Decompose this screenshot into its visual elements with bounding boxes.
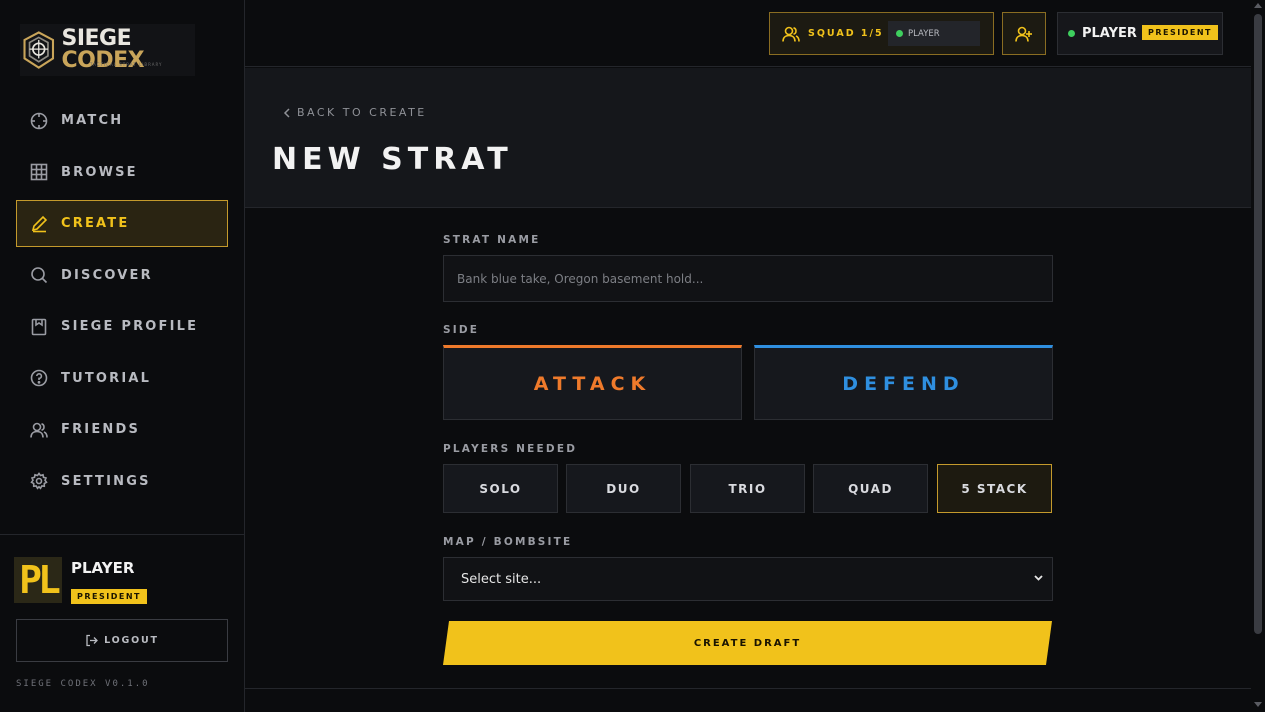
players-option-quad[interactable]: QUAD <box>813 464 928 513</box>
strat-name-label: STRAT NAME <box>443 234 541 246</box>
squad-member: PLAYER <box>888 21 980 46</box>
online-status-icon <box>1068 30 1075 37</box>
sidebar-item-label: TUTORIAL <box>61 370 152 386</box>
sidebar-item-create[interactable]: CREATE <box>16 200 228 247</box>
players-option-solo[interactable]: SOLO <box>443 464 558 513</box>
divider <box>245 688 1251 689</box>
user-name: PLAYER <box>71 559 135 577</box>
side-label: SIDE <box>443 324 480 336</box>
page-header: BACK TO CREATE NEW STRAT <box>245 68 1251 208</box>
sidebar-item-tutorial[interactable]: TUTORIAL <box>16 355 228 402</box>
scroll-up-arrow-icon[interactable] <box>1254 3 1262 8</box>
sidebar-item-siege-profile[interactable]: SIEGE PROFILE <box>16 303 228 350</box>
side-defend-button[interactable]: DEFEND <box>754 345 1053 420</box>
search-icon <box>29 265 49 285</box>
grid-icon <box>29 162 49 182</box>
users-icon <box>29 420 49 440</box>
sidebar-item-friends[interactable]: FRIENDS <box>16 406 228 453</box>
page-scrollbar[interactable] <box>1251 0 1265 712</box>
app-root: SIEGE CODEX TACTICAL STRAT LIBRARY MATCH… <box>0 0 1265 712</box>
strat-name-input[interactable] <box>443 255 1053 302</box>
logo-subtitle: TACTICAL STRAT LIBRARY <box>90 62 163 67</box>
top-bar: SQUAD 1/5 PLAYER PLAYER PRESIDENT <box>245 0 1251 67</box>
squad-member-name: PLAYER <box>908 28 940 39</box>
squad-count: SQUAD 1/5 <box>808 28 884 39</box>
chevron-down-icon <box>1033 572 1044 583</box>
create-draft-button[interactable]: CREATE DRAFT <box>443 621 1052 665</box>
sidebar-user-panel: PL PLAYER PRESIDENT LOGOUT SIEGE CODEX V… <box>0 534 245 712</box>
side-attack-button[interactable]: ATTACK <box>443 345 742 420</box>
logo-emblem-icon <box>23 31 55 69</box>
scroll-thumb[interactable] <box>1254 14 1262 634</box>
back-link[interactable]: BACK TO CREATE <box>283 106 427 119</box>
help-circle-icon <box>29 368 49 388</box>
profile-card-icon <box>29 317 49 337</box>
user-name: PLAYER <box>1082 26 1137 41</box>
back-link-label: BACK TO CREATE <box>297 106 427 119</box>
sidebar-item-discover[interactable]: DISCOVER <box>16 252 228 299</box>
players-needed-group: SOLO DUO TRIO QUAD 5 STACK <box>443 464 1053 513</box>
chevron-left-icon <box>283 107 291 118</box>
sidebar-item-match[interactable]: MATCH <box>16 97 228 144</box>
online-status-icon <box>896 30 903 37</box>
app-logo[interactable]: SIEGE CODEX TACTICAL STRAT LIBRARY <box>20 24 195 76</box>
pencil-icon <box>29 214 49 234</box>
sidebar-item-label: MATCH <box>61 113 124 128</box>
players-option-duo[interactable]: DUO <box>566 464 681 513</box>
players-option-trio[interactable]: TRIO <box>690 464 805 513</box>
add-user-icon <box>1015 25 1033 43</box>
sidebar-item-label: CREATE <box>61 216 130 231</box>
map-bombsite-selected: Select site... <box>461 571 542 587</box>
map-bombsite-label: MAP / BOMBSITE <box>443 536 573 548</box>
users-icon <box>782 25 800 43</box>
logout-label: LOGOUT <box>104 635 159 646</box>
sidebar-item-label: FRIENDS <box>61 422 141 437</box>
crosshair-icon <box>29 111 49 131</box>
players-needed-label: PLAYERS NEEDED <box>443 443 578 455</box>
page-title: NEW STRAT <box>272 142 513 177</box>
sidebar-item-label: SETTINGS <box>61 473 151 489</box>
sidebar-item-settings[interactable]: SETTINGS <box>16 458 228 505</box>
sidebar-nav: MATCH BROWSE CREATE DISCOVER SIEGE PROFI… <box>16 97 228 509</box>
sidebar-item-label: SIEGE PROFILE <box>61 319 199 334</box>
role-badge: PRESIDENT <box>1142 25 1218 40</box>
squad-button[interactable]: SQUAD 1/5 PLAYER <box>769 12 994 55</box>
user-menu[interactable]: PLAYER PRESIDENT <box>1057 12 1223 55</box>
scroll-down-arrow-icon[interactable] <box>1254 702 1262 707</box>
sidebar-item-label: BROWSE <box>61 164 138 180</box>
sidebar: SIEGE CODEX TACTICAL STRAT LIBRARY MATCH… <box>0 0 245 712</box>
map-bombsite-select[interactable]: Select site... <box>443 557 1053 601</box>
logout-icon <box>85 634 99 647</box>
gear-icon <box>29 471 49 491</box>
invite-friend-button[interactable] <box>1002 12 1046 55</box>
sidebar-item-label: DISCOVER <box>61 267 153 283</box>
logout-button[interactable]: LOGOUT <box>16 619 228 662</box>
role-badge: PRESIDENT <box>71 589 147 604</box>
avatar[interactable]: PL <box>14 557 62 603</box>
app-version: SIEGE CODEX V0.1.0 <box>16 679 150 689</box>
players-option-5-stack[interactable]: 5 STACK <box>937 464 1052 513</box>
sidebar-item-browse[interactable]: BROWSE <box>16 149 228 196</box>
